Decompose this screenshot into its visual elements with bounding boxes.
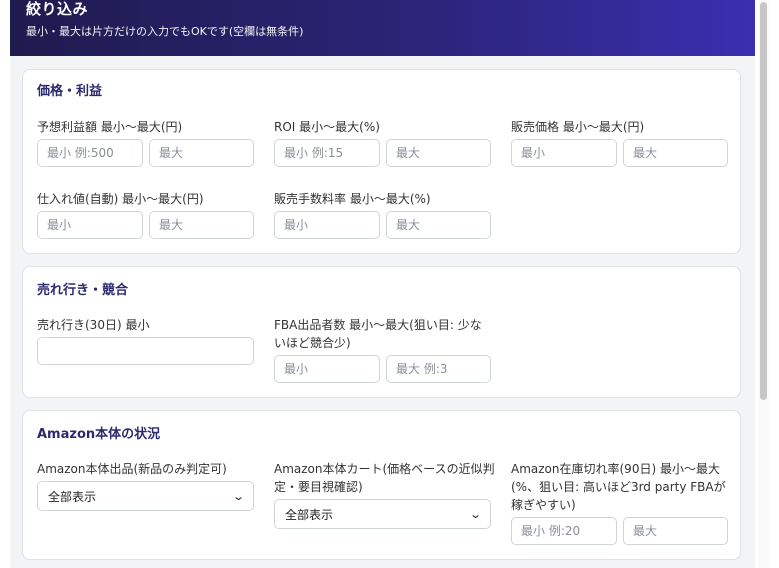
- sales30-min-input[interactable]: [37, 337, 254, 365]
- chevron-down-icon: ⌄: [468, 507, 482, 521]
- filter-title: 絞り込み: [26, 0, 89, 18]
- stockout-min-input[interactable]: [511, 517, 617, 545]
- section-title-price: 価格・利益: [37, 84, 103, 99]
- chevron-down-icon: ⌄: [231, 489, 245, 503]
- label-cost: 仕入れ値(自動) 最小〜最大(円): [37, 192, 204, 206]
- section-title-sales: 売れ行き・競合: [37, 283, 129, 298]
- filter-subtitle: 最小・最大は片方だけの入力でもOKです(空欄は無条件): [26, 25, 304, 38]
- label-stockout-3: 稼ぎやすい): [511, 498, 576, 512]
- label-fba-sellers-1: FBA出品者数 最小〜最大(狙い目: 少な: [274, 318, 482, 332]
- expected-profit-min-input[interactable]: [37, 139, 143, 167]
- fee-rate-max-input[interactable]: [386, 211, 491, 239]
- section-price-profit: 価格・利益 予想利益額 最小〜最大(円) ROI 最小〜最大(%) 販売価格 最…: [22, 69, 741, 254]
- fee-rate-min-input[interactable]: [274, 211, 380, 239]
- amazon-cart-select[interactable]: 全部表示 ⌄: [274, 499, 491, 529]
- label-amazon-cart-1: Amazon本体カート(価格ベースの近似判: [274, 462, 495, 476]
- sale-price-max-input[interactable]: [623, 139, 728, 167]
- amazon-cart-selected: 全部表示: [285, 507, 334, 522]
- label-sales30: 売れ行き(30日) 最小: [37, 318, 150, 332]
- filter-header: 絞り込み 最小・最大は片方だけの入力でもOKです(空欄は無条件): [10, 0, 755, 56]
- section-sales-competition: 売れ行き・競合 売れ行き(30日) 最小 FBA出品者数 最小〜最大(狙い目: …: [22, 266, 741, 398]
- roi-min-input[interactable]: [274, 139, 380, 167]
- label-fee-rate: 販売手数料率 最小〜最大(%): [274, 192, 431, 206]
- amazon-listing-selected: 全部表示: [48, 489, 97, 504]
- cost-max-input[interactable]: [149, 211, 254, 239]
- fba-sellers-max-input[interactable]: [386, 355, 491, 383]
- amazon-listing-select[interactable]: 全部表示 ⌄: [37, 481, 254, 511]
- section-amazon-status: Amazon本体の状況 Amazon本体出品(新品のみ判定可) 全部表示 ⌄ A…: [22, 410, 741, 560]
- roi-max-input[interactable]: [386, 139, 491, 167]
- fba-sellers-min-input[interactable]: [274, 355, 380, 383]
- filter-panel: 絞り込み 最小・最大は片方だけの入力でもOKです(空欄は無条件) 価格・利益 予…: [10, 0, 755, 568]
- label-amazon-listing: Amazon本体出品(新品のみ判定可): [37, 462, 227, 476]
- label-stockout-1: Amazon在庫切れ率(90日) 最小〜最大: [511, 462, 720, 476]
- scrollbar-thumb[interactable]: [760, 2, 767, 400]
- stockout-max-input[interactable]: [623, 517, 728, 545]
- label-amazon-cart-2: 定・要目視確認): [274, 480, 363, 494]
- label-stockout-2: (%、狙い目: 高いほど3rd party FBAが: [511, 480, 726, 494]
- sale-price-min-input[interactable]: [511, 139, 617, 167]
- label-expected-profit: 予想利益額 最小〜最大(円): [37, 120, 183, 134]
- cost-min-input[interactable]: [37, 211, 143, 239]
- label-sale-price: 販売価格 最小〜最大(円): [511, 120, 645, 134]
- expected-profit-max-input[interactable]: [149, 139, 254, 167]
- label-roi: ROI 最小〜最大(%): [274, 120, 380, 134]
- label-fba-sellers-2: いほど競合少): [274, 336, 351, 350]
- section-title-amazon: Amazon本体の状況: [37, 427, 161, 442]
